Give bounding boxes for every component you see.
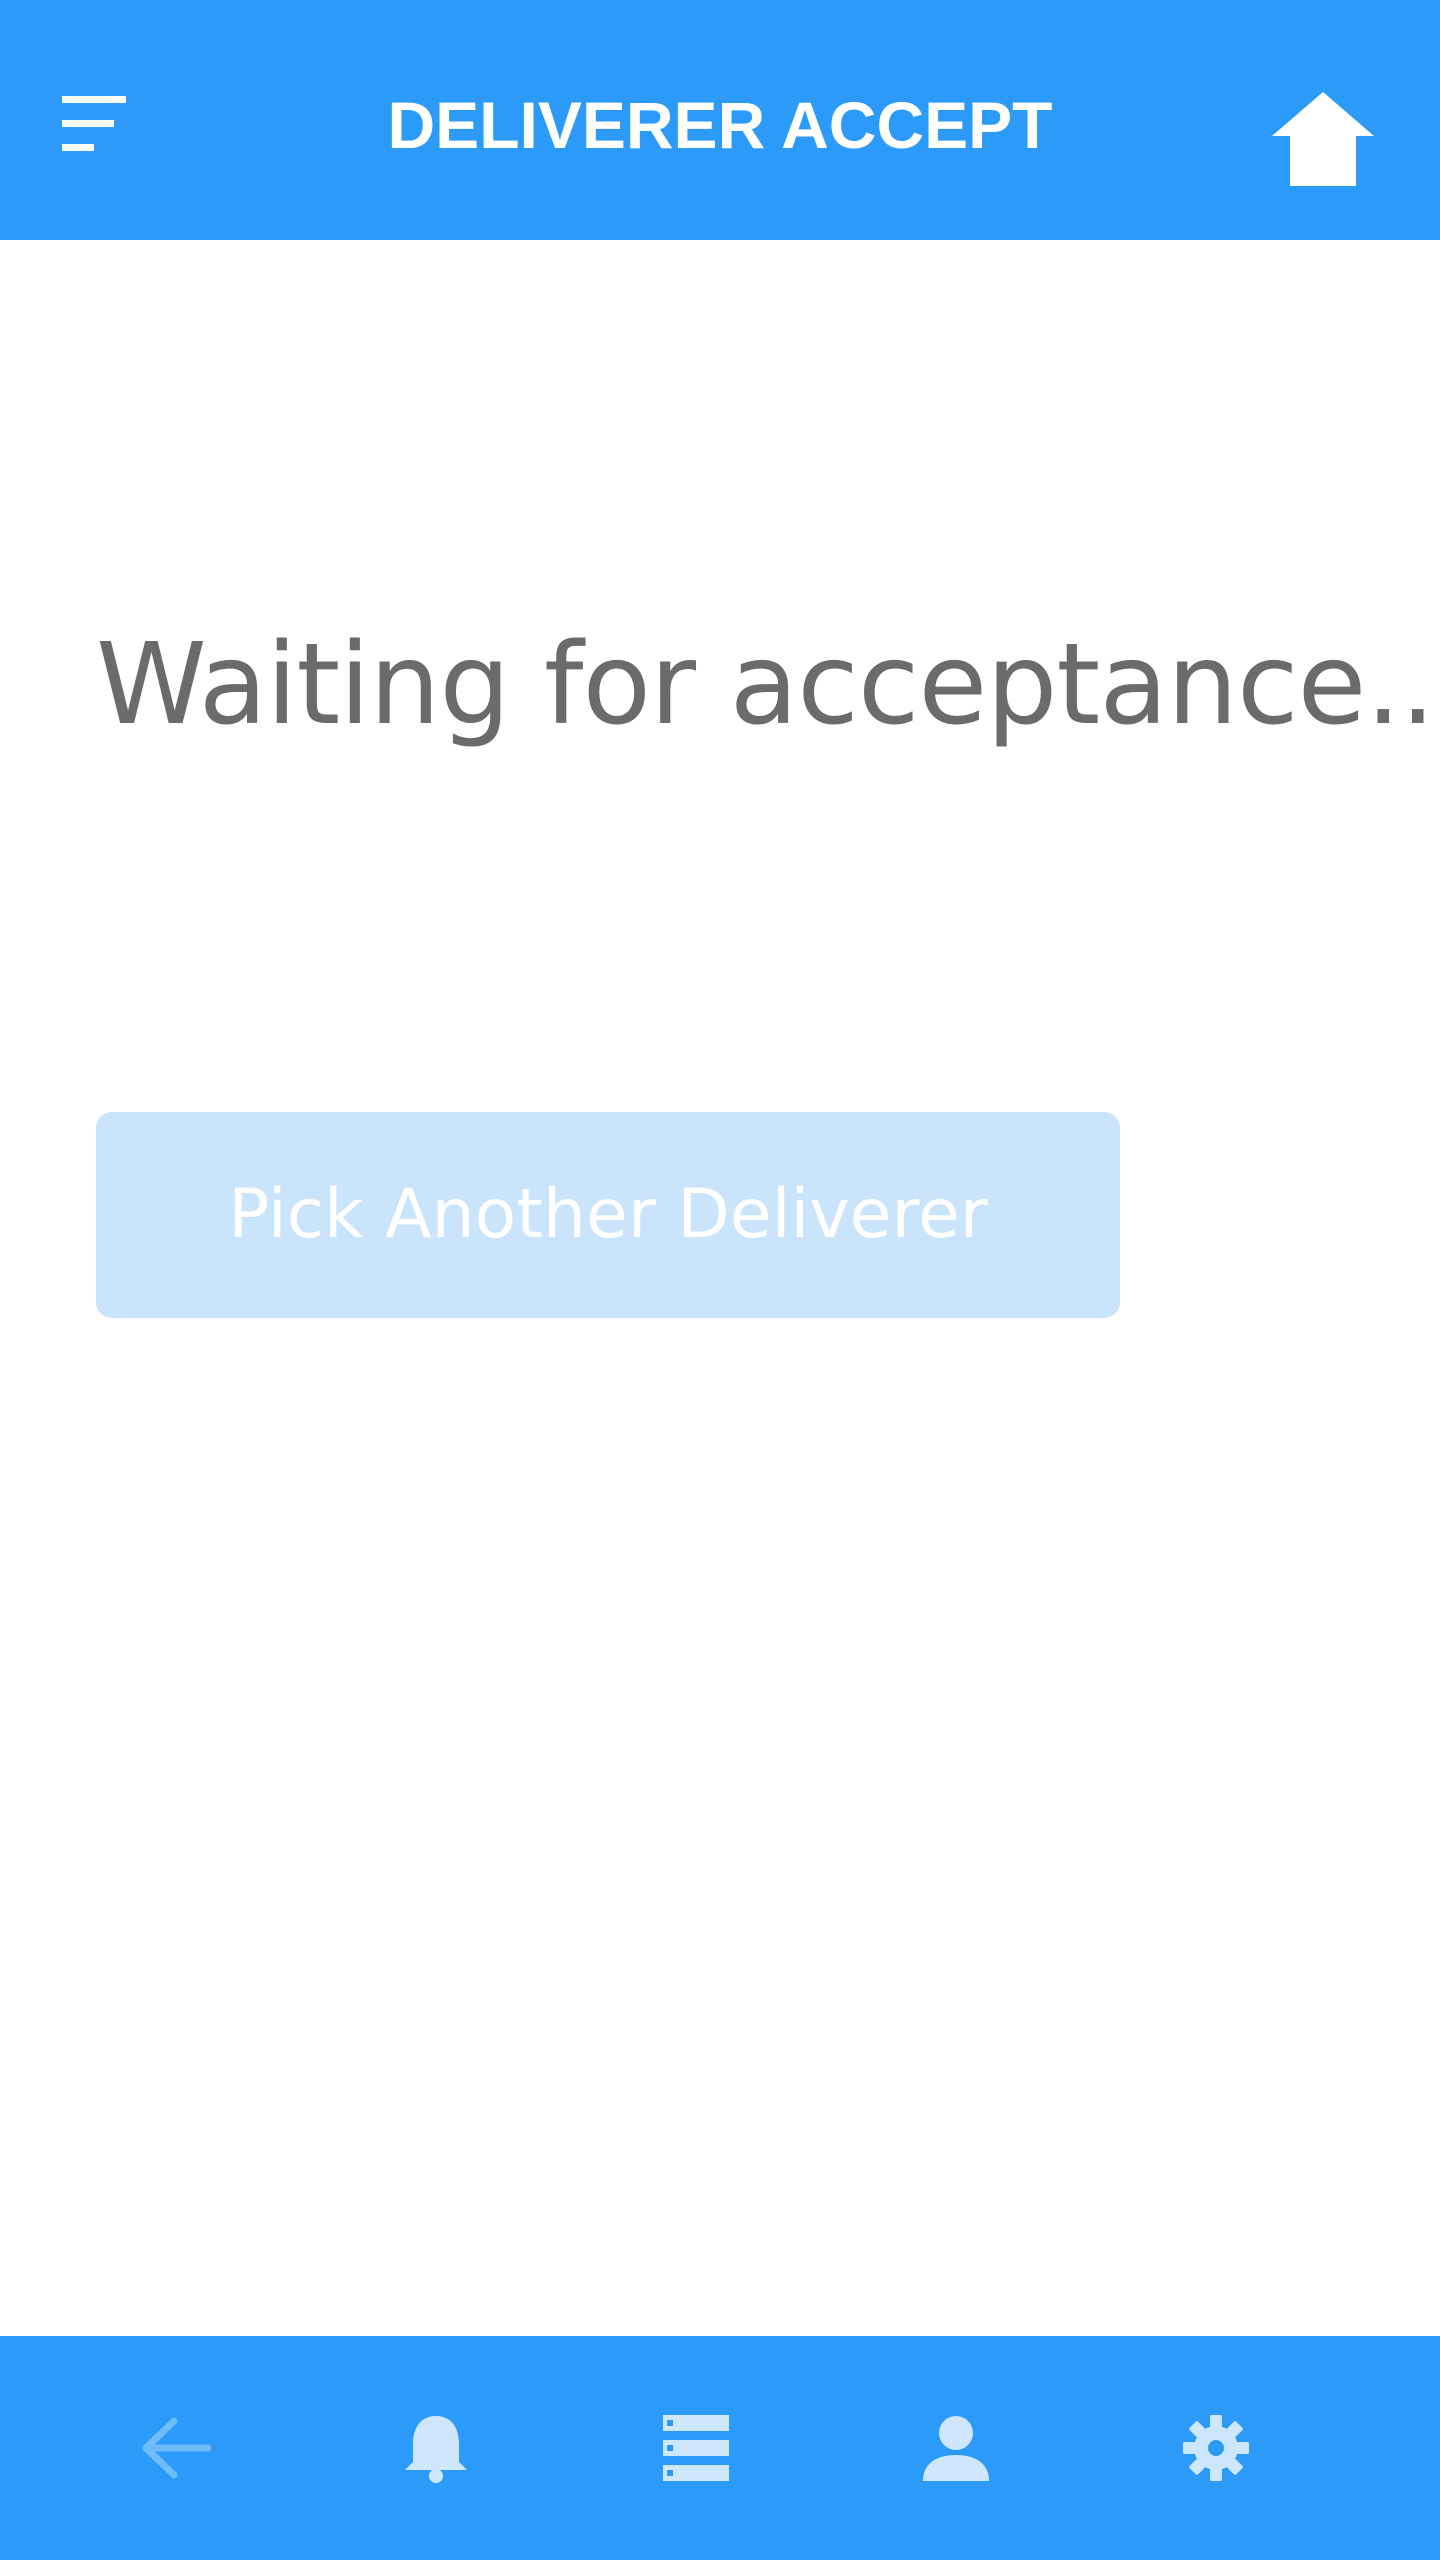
app-screen: DELIVERER ACCEPT Waiting for acceptance.… [0,0,1440,2560]
page-title: DELIVERER ACCEPT [387,88,1053,162]
top-app-bar: DELIVERER ACCEPT [0,0,1440,240]
user-icon [923,2416,989,2481]
bottom-navigation-bar [0,2336,1440,2560]
bell-icon [405,2416,467,2483]
back-arrow-icon [142,2417,212,2479]
list-icon [663,2415,729,2481]
nav-back-button[interactable] [116,2336,236,2560]
nav-profile-button[interactable] [896,2336,1016,2560]
home-icon [1272,92,1374,186]
pick-another-deliverer-button[interactable]: Pick Another Deliverer [96,1112,1120,1318]
nav-notifications-button[interactable] [376,2336,496,2560]
nav-list-button[interactable] [636,2336,756,2560]
gear-icon [1183,2415,1249,2481]
waiting-status-text: Waiting for acceptance... [96,620,1440,750]
home-button[interactable] [1268,90,1378,190]
nav-settings-button[interactable] [1156,2336,1276,2560]
